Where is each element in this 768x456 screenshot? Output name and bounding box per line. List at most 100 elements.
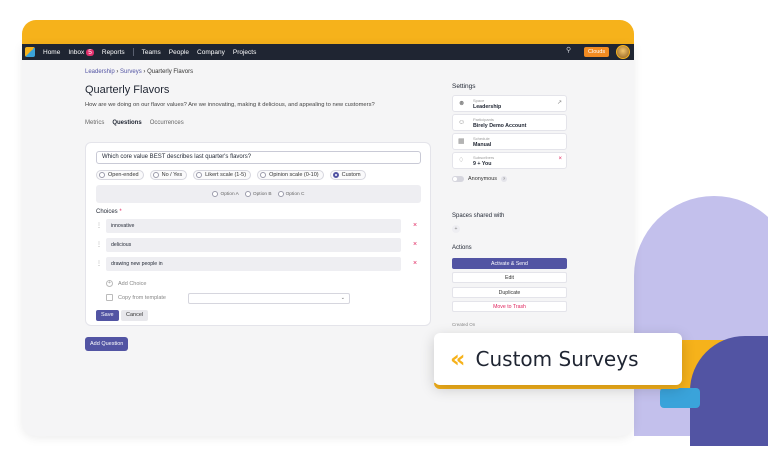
tabs: Metrics Questions Occurrences (85, 120, 184, 126)
choice-input[interactable]: innovative (106, 219, 401, 233)
calendar-icon: ▦ (458, 138, 465, 145)
cancel-button[interactable]: Cancel (121, 310, 149, 321)
type-likert[interactable]: Likert scale (1-5) (193, 170, 252, 180)
activate-send-button[interactable]: Activate & Send (452, 258, 567, 269)
nav-company[interactable]: Company (197, 49, 225, 56)
close-icon[interactable]: × (413, 260, 417, 268)
preview-option: Option B (244, 191, 272, 197)
move-to-trash-button[interactable]: Move to Trash (452, 301, 567, 312)
add-question-button[interactable]: Add Question (85, 337, 129, 351)
clouds-button[interactable]: Clouds (584, 47, 610, 57)
close-icon[interactable]: × (413, 241, 417, 249)
required-mark: * (119, 209, 122, 215)
add-shared-space-button[interactable]: + (452, 225, 460, 233)
people-icon: ☻ (458, 100, 466, 107)
subscribers-setting[interactable]: ♢ Subscribers 9 + You × (452, 152, 567, 169)
type-label: Likert scale (1-5) (205, 172, 247, 178)
custom-surveys-callout: « Custom Surveys (434, 333, 682, 385)
drag-handle-icon[interactable]: ⋮ (96, 260, 102, 268)
preview-option-label: Option C (285, 191, 305, 197)
radio-icon (99, 172, 105, 178)
choice-row: ⋮ drawing new people in × (96, 257, 421, 271)
anonymous-toggle[interactable] (452, 176, 464, 182)
breadcrumb: Leadership › Surveys › Quarterly Flavors (85, 69, 193, 75)
template-select[interactable]: ⌄ (188, 293, 350, 304)
anonymous-label: Anonymous (468, 176, 498, 182)
choices-label-text: Choices (96, 209, 118, 215)
drag-handle-icon[interactable]: ⋮ (96, 222, 102, 230)
breadcrumb-separator: › (116, 69, 119, 75)
choice-input[interactable]: delicious (106, 238, 401, 252)
drag-handle-icon[interactable]: ⋮ (96, 241, 102, 249)
participants-value: Birely Demo Account (473, 123, 527, 129)
breadcrumb-leadership[interactable]: Leadership (85, 69, 115, 75)
type-label: Open-ended (108, 172, 139, 178)
help-icon[interactable]: ? (501, 176, 508, 182)
copy-from-template: Copy from template (106, 294, 166, 301)
user-icon: ☺ (458, 119, 466, 126)
decorative-accent (660, 388, 700, 408)
nav-inbox-label: Inbox (68, 48, 85, 56)
save-button[interactable]: Save (96, 310, 119, 321)
tab-occurrences[interactable]: Occurrences (150, 120, 184, 126)
copy-icon (106, 294, 113, 301)
type-no-yes[interactable]: No / Yes (149, 170, 188, 180)
preview-option-label: Option A (220, 191, 239, 197)
nav-reports[interactable]: Reports (102, 49, 125, 56)
question-editor-card: Which core value BEST describes last qua… (85, 142, 431, 326)
type-open-ended[interactable]: Open-ended (96, 170, 144, 180)
nav-home[interactable]: Home (43, 49, 60, 56)
schedule-label: Schedule (473, 136, 490, 141)
bell-icon: ♢ (458, 157, 465, 164)
actions-title: Actions (452, 245, 472, 251)
nav-projects[interactable]: Projects (233, 49, 256, 56)
question-input[interactable]: Which core value BEST describes last qua… (96, 151, 421, 164)
tab-metrics[interactable]: Metrics (85, 120, 104, 126)
duplicate-button[interactable]: Duplicate (452, 287, 567, 298)
add-choice-button[interactable]: + Add Choice (106, 280, 146, 287)
type-label: Custom (341, 172, 361, 178)
radio-selected-icon (332, 172, 339, 178)
radio-icon (277, 191, 284, 197)
nav-inbox[interactable]: Inbox 5 (68, 48, 94, 56)
nav-people[interactable]: People (169, 49, 189, 56)
nav-teams[interactable]: Teams (142, 49, 161, 56)
callout-title: Custom Surveys (475, 347, 639, 371)
choice-input[interactable]: drawing new people in (106, 257, 401, 271)
type-custom[interactable]: Custom (329, 170, 366, 180)
spaces-shared-title: Spaces shared with (452, 213, 505, 219)
add-choice-label: Add Choice (118, 280, 147, 287)
schedule-setting[interactable]: ▦ Schedule Manual (452, 133, 567, 150)
preview-option: Option C (277, 191, 305, 197)
radio-icon (212, 191, 219, 197)
close-icon[interactable]: × (558, 156, 562, 162)
copy-from-template-label: Copy from template (118, 294, 166, 301)
breadcrumb-surveys[interactable]: Surveys (120, 69, 142, 75)
search-icon[interactable]: ⚲ (566, 47, 574, 55)
avatar[interactable] (616, 45, 630, 59)
radio-icon (196, 172, 203, 178)
space-setting[interactable]: ☻ Space Leadership ↗ (452, 95, 567, 112)
space-value: Leadership (473, 104, 502, 110)
type-label: Opinion scale (0-10) (269, 172, 319, 178)
type-opinion-scale[interactable]: Opinion scale (0-10) (257, 170, 324, 180)
choices-label: Choices * (96, 209, 122, 215)
participants-label: Participants (473, 117, 494, 122)
space-label: Space (473, 98, 485, 103)
tab-questions[interactable]: Questions (112, 120, 141, 126)
radio-icon (152, 172, 159, 178)
choice-row: ⋮ delicious × (96, 238, 421, 252)
participants-setting[interactable]: ☺ Participants Birely Demo Account (452, 114, 567, 131)
app-logo[interactable] (25, 47, 35, 57)
preview-option-label: Option B (252, 191, 272, 197)
radio-icon (244, 191, 251, 197)
anonymous-row: Anonymous ? (452, 176, 508, 182)
schedule-value: Manual (473, 142, 492, 148)
external-link-icon[interactable]: ↗ (557, 99, 562, 106)
breadcrumb-current: Quarterly Flavors (147, 69, 194, 75)
preview-option: Option A (212, 191, 239, 197)
close-icon[interactable]: × (413, 222, 417, 230)
edit-button[interactable]: Edit (452, 272, 567, 283)
created-on-label: Created On (452, 322, 476, 327)
radio-icon (260, 172, 267, 178)
